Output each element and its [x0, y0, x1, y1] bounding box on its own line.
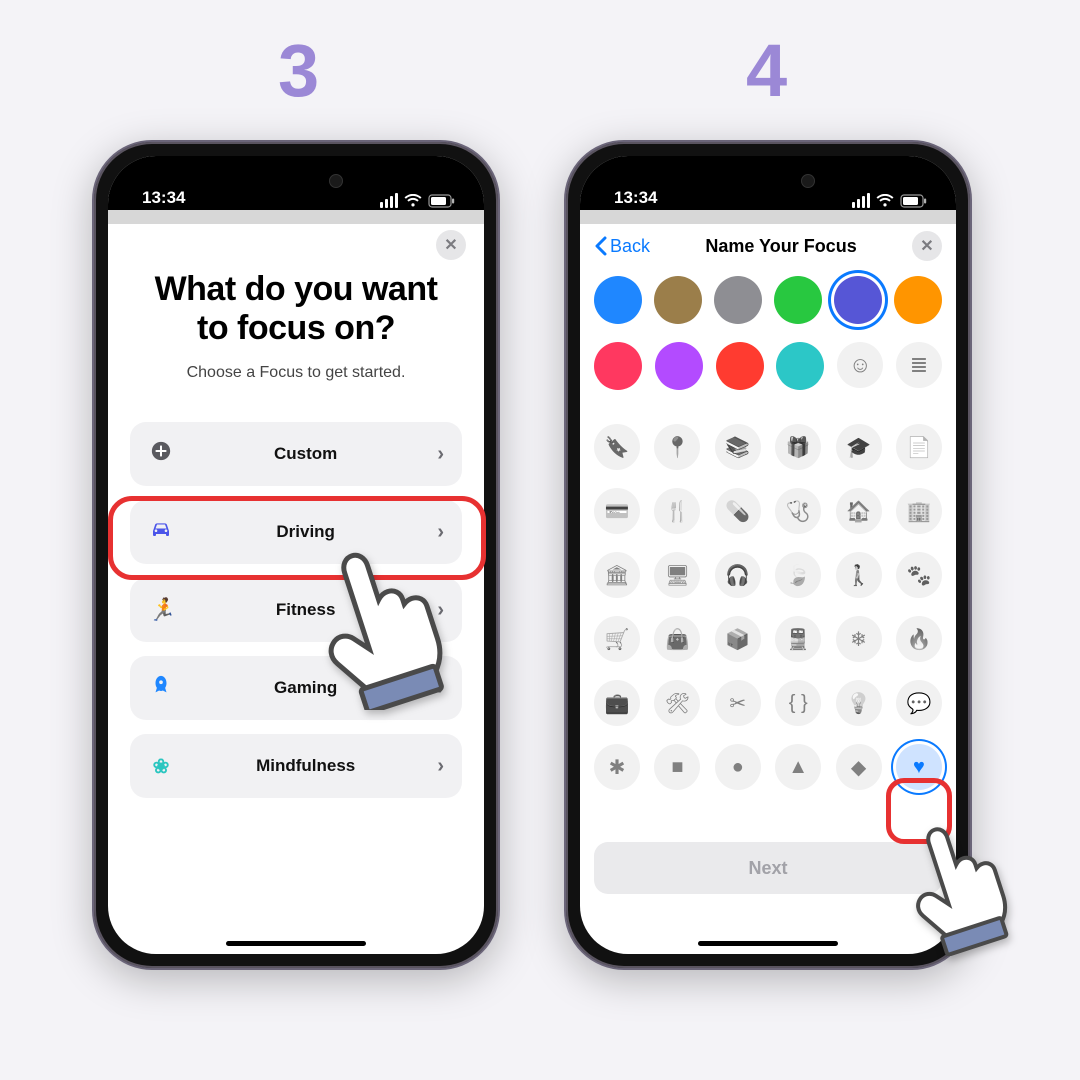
icon-building[interactable]: 🏢	[896, 488, 942, 534]
icon-tools[interactable]: 🛠	[654, 680, 700, 726]
icon-gift[interactable]: 🎁	[775, 424, 821, 470]
icon-leaf[interactable]: 🍃	[775, 552, 821, 598]
home-indicator	[226, 941, 366, 946]
icon-stethoscope[interactable]: 🩺	[775, 488, 821, 534]
color-swatch[interactable]	[776, 342, 824, 390]
flower-icon: ❀	[148, 754, 174, 779]
car-icon	[148, 519, 174, 545]
icon-credit-card[interactable]: 💳	[594, 488, 640, 534]
icon-display[interactable]: 🖥	[654, 552, 700, 598]
icon-asterisk[interactable]: ✱	[594, 744, 640, 790]
wifi-icon	[876, 194, 894, 208]
chevron-right-icon: ›	[437, 755, 444, 778]
sheet-grabber-area	[108, 210, 484, 224]
step-number-4: 4	[746, 28, 787, 113]
icon-bookmark[interactable]: 🔖	[594, 424, 640, 470]
focus-option-label: Custom	[174, 444, 437, 464]
back-label: Back	[610, 236, 650, 257]
color-swatch[interactable]	[594, 342, 642, 390]
icon-diamond[interactable]: ◆	[836, 744, 882, 790]
icon-utensils[interactable]: 🍴	[654, 488, 700, 534]
icon-grad-cap[interactable]: 🎓	[836, 424, 882, 470]
pointer-hand-icon	[898, 806, 1018, 956]
icon-triangle[interactable]: ▲	[775, 744, 821, 790]
chevron-left-icon	[594, 236, 608, 256]
icon-paw[interactable]: 🐾	[896, 552, 942, 598]
focus-heading: What do you want to focus on?	[108, 210, 484, 356]
color-swatch[interactable]	[654, 276, 702, 324]
focus-option-label: Mindfulness	[174, 756, 437, 776]
runner-icon: 🏃	[148, 597, 174, 623]
close-button[interactable]: ✕	[912, 231, 942, 261]
icon-person[interactable]: 🚶	[836, 552, 882, 598]
icon-heart[interactable]: ♥	[896, 744, 942, 790]
wifi-icon	[404, 194, 422, 208]
focus-option-custom[interactable]: Custom ›	[130, 422, 462, 486]
emoji-button[interactable]: ☺	[837, 342, 883, 388]
nav-bar: Back Name Your Focus ✕	[580, 224, 956, 268]
icon-books[interactable]: 📚	[715, 424, 761, 470]
cellular-icon	[852, 193, 870, 208]
color-swatch[interactable]	[834, 276, 882, 324]
dynamic-island	[231, 164, 361, 198]
icon-scissors[interactable]: ✂︎	[715, 680, 761, 726]
pointer-hand-icon	[306, 530, 456, 710]
icon-square[interactable]: ■	[654, 744, 700, 790]
back-button[interactable]: Back	[594, 236, 650, 257]
color-swatch[interactable]	[716, 342, 764, 390]
icon-pills[interactable]: 💊	[715, 488, 761, 534]
home-indicator	[698, 941, 838, 946]
nav-title: Name Your Focus	[705, 236, 856, 257]
color-swatch[interactable]	[774, 276, 822, 324]
list-button[interactable]: ≣	[896, 342, 942, 388]
rocket-icon	[148, 674, 174, 702]
icon-box[interactable]: 📦	[715, 616, 761, 662]
status-time: 13:34	[142, 188, 185, 208]
icon-briefcase[interactable]: 💼	[594, 680, 640, 726]
next-label: Next	[748, 858, 787, 879]
chevron-right-icon: ›	[437, 443, 444, 466]
focus-subtitle: Choose a Focus to get started.	[108, 364, 484, 382]
icon-bag[interactable]: 👜	[654, 616, 700, 662]
icon-train[interactable]: 🚆	[775, 616, 821, 662]
color-swatch[interactable]	[894, 276, 942, 324]
icon-speech[interactable]: 💬	[896, 680, 942, 726]
status-time: 13:34	[614, 188, 657, 208]
icon-bank[interactable]: 🏛	[594, 552, 640, 598]
battery-icon	[428, 194, 456, 208]
icon-home[interactable]: 🏠	[836, 488, 882, 534]
cellular-icon	[380, 193, 398, 208]
close-button[interactable]: ✕	[436, 230, 466, 260]
focus-option-mindfulness[interactable]: ❀ Mindfulness ›	[130, 734, 462, 798]
plus-circle-icon	[148, 440, 174, 468]
color-swatch[interactable]	[714, 276, 762, 324]
icon-cart[interactable]: 🛒	[594, 616, 640, 662]
icon-pin[interactable]: 📍	[654, 424, 700, 470]
step-number-3: 3	[278, 28, 319, 113]
color-swatch[interactable]	[594, 276, 642, 324]
dynamic-island	[703, 164, 833, 198]
next-button[interactable]: Next	[594, 842, 942, 894]
icon-document[interactable]: 📄	[896, 424, 942, 470]
battery-icon	[900, 194, 928, 208]
icon-lightbulb[interactable]: 💡	[836, 680, 882, 726]
icon-headphones[interactable]: 🎧	[715, 552, 761, 598]
icon-snowflake[interactable]: ❄︎	[836, 616, 882, 662]
icon-circle[interactable]: ●	[715, 744, 761, 790]
sheet-grabber-area	[580, 210, 956, 224]
icon-flame[interactable]: 🔥	[896, 616, 942, 662]
color-swatch[interactable]	[655, 342, 703, 390]
icon-braces[interactable]: { }	[775, 680, 821, 726]
